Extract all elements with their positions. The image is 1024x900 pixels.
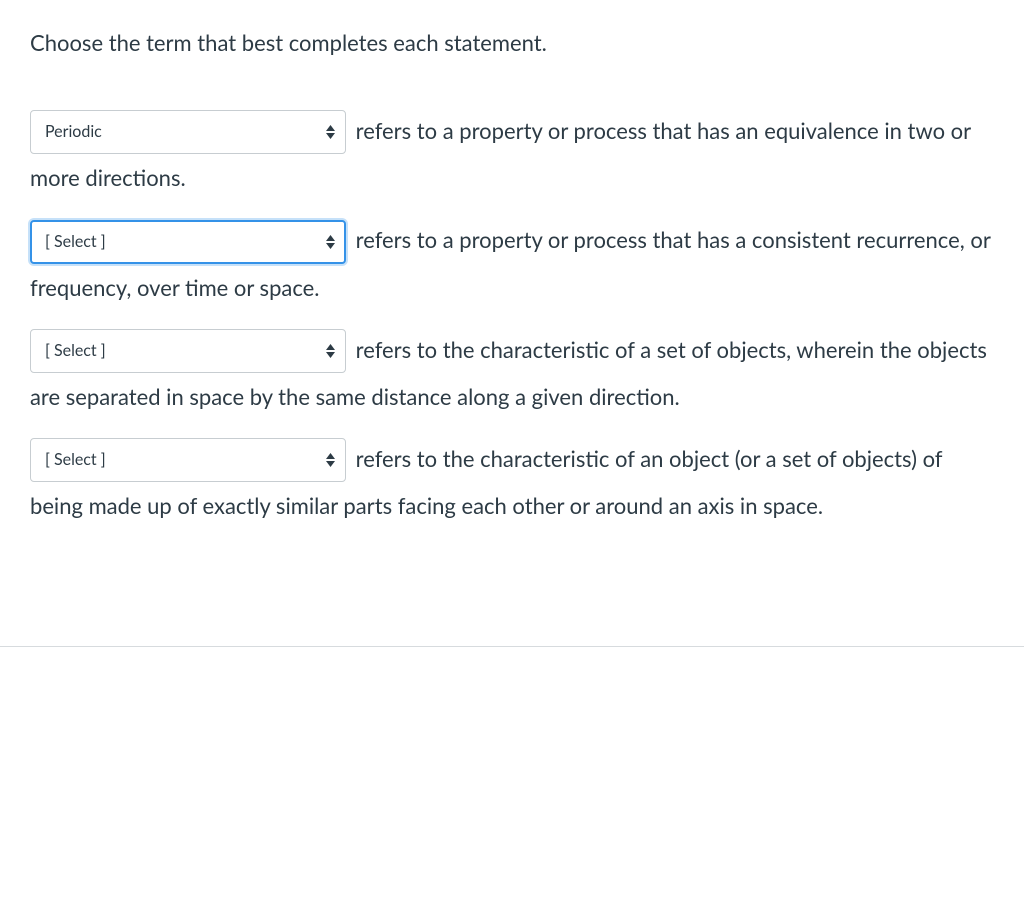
statement-1: Periodic refers to a property or process… (30, 109, 994, 200)
statement-2: [ Select ] refers to a property or proce… (30, 218, 994, 309)
selected-value-1: Periodic (45, 116, 102, 148)
select-dropdown-3[interactable]: [ Select ] (30, 329, 346, 373)
selected-value-3: [ Select ] (45, 335, 106, 367)
select-wrap-4: [ Select ] (30, 438, 346, 482)
selected-value-4: [ Select ] (45, 444, 106, 476)
select-wrap-2: [ Select ] (30, 220, 346, 264)
sort-icon (326, 125, 335, 139)
statement-4: [ Select ] refers to the characteristic … (30, 437, 994, 528)
select-dropdown-1[interactable]: Periodic (30, 110, 346, 154)
select-dropdown-4[interactable]: [ Select ] (30, 438, 346, 482)
select-wrap-1: Periodic (30, 110, 346, 154)
divider (0, 646, 1024, 647)
sort-icon (326, 344, 335, 358)
sort-icon (326, 453, 335, 467)
statement-3: [ Select ] refers to the characteristic … (30, 328, 994, 419)
question-container: Choose the term that best completes each… (0, 0, 1024, 606)
instructions-text: Choose the term that best completes each… (30, 28, 994, 59)
selected-value-2: [ Select ] (45, 226, 106, 258)
sort-icon (326, 235, 335, 249)
select-dropdown-2[interactable]: [ Select ] (30, 220, 346, 264)
select-wrap-3: [ Select ] (30, 329, 346, 373)
